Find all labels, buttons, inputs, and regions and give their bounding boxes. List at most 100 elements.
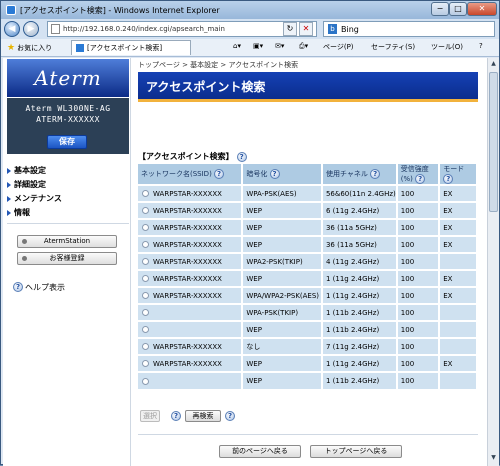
menu-maintenance[interactable]: メンテナンス	[7, 193, 62, 204]
cell-sig: 100	[396, 184, 441, 202]
select-radio[interactable]	[142, 377, 149, 385]
address-field[interactable]: http://192.168.0.240/index.cgi/apsearch_…	[47, 21, 317, 37]
scroll-down-icon[interactable]: ▼	[489, 454, 498, 464]
search-field[interactable]: b Bing	[323, 21, 495, 37]
stop-icon[interactable]: ✕	[299, 22, 313, 36]
select-radio[interactable]	[142, 309, 149, 316]
select-radio[interactable]	[142, 292, 149, 299]
cell-ssid: WARPSTAR-XXXXXX	[138, 235, 244, 253]
top-page-button[interactable]: トップページへ戻る	[310, 445, 402, 458]
cell-text: EX	[443, 274, 453, 283]
help-icon[interactable]: ?	[214, 169, 225, 179]
feeds-icon[interactable]: ▣▾	[253, 42, 263, 50]
cell-mode: EX	[439, 269, 478, 287]
cell-text: 100	[400, 342, 415, 351]
minimize-button[interactable]: −	[431, 2, 449, 16]
help-display-link[interactable]: ヘルプ表示	[25, 282, 65, 293]
save-button[interactable]: 保存	[47, 135, 87, 149]
page-menu[interactable]: ページ(P)	[323, 42, 354, 52]
browser-tab[interactable]: [アクセスポイント検索]	[71, 40, 191, 55]
main-panel: トップページ > 基本設定 > アクセスポイント検索 アクセスポイント検索 【ア…	[134, 58, 487, 466]
select-radio[interactable]	[142, 224, 149, 231]
maximize-button[interactable]: □	[449, 2, 467, 16]
cell-text: 1 (11g 2.4GHz)	[325, 359, 380, 368]
menu-info[interactable]: 情報	[7, 207, 30, 218]
safety-menu[interactable]: セーフティ(S)	[371, 42, 415, 52]
favorites-button[interactable]: お気に入り	[17, 43, 52, 53]
print-icon[interactable]: ⎙▾	[299, 42, 308, 51]
customer-registration-button[interactable]: お客様登録	[17, 252, 117, 265]
help-icon[interactable]: ?	[443, 174, 454, 184]
help-icon[interactable]: ?	[269, 169, 280, 179]
ap-table-body: WARPSTAR-XXXXXX WPA-PSK(AES) 56&60(11n 2.4…	[138, 184, 478, 389]
select-radio[interactable]	[142, 258, 149, 265]
search-engine-label: Bing	[341, 24, 359, 34]
table-row[interactable]: WEP 1 (11b 2.4GHz) 100	[138, 320, 478, 338]
arrow-icon	[7, 181, 11, 188]
menu-basic-settings[interactable]: 基本設定	[7, 165, 46, 176]
scrollbar[interactable]: ▲ ▼	[487, 58, 499, 466]
back-button[interactable]: ◀	[4, 21, 20, 37]
table-row[interactable]: WARPSTAR-XXXXXX WPA2-PSK(TKIP) 4 (11g 2.4G…	[138, 252, 478, 270]
cell-mode: EX	[439, 354, 478, 372]
sidebar: Aterm Aterm WL300NE-AG ATERM-XXXXXX 保存 基…	[3, 58, 131, 466]
table-row[interactable]: WEP 1 (11b 2.4GHz) 100	[138, 371, 478, 389]
cell-ch: 1 (11g 2.4GHz)	[321, 354, 398, 372]
tools-menu[interactable]: ツール(O)	[431, 42, 463, 52]
aterm-logo: Aterm	[7, 59, 129, 97]
refresh-icon[interactable]: ↻	[283, 22, 297, 36]
cell-text: EX	[443, 359, 453, 368]
table-row[interactable]: WARPSTAR-XXXXXX WEP 1 (11g 2.4GHz) 100 EX	[138, 354, 478, 372]
table-row[interactable]: WARPSTAR-XXXXXX WEP 36 (11a 5GHz) 100 EX	[138, 235, 478, 253]
mail-icon[interactable]: ✉▾	[275, 42, 284, 50]
help-menu[interactable]: ?	[479, 42, 483, 50]
scroll-thumb[interactable]	[489, 72, 498, 212]
cell-text: EX	[443, 206, 453, 215]
title-bar: [アクセスポイント検索] - Windows Internet Explorer…	[1, 1, 499, 19]
table-row[interactable]: WARPSTAR-XXXXXX WEP 36 (11a 5GHz) 100 EX	[138, 218, 478, 236]
cell-sig: 100	[396, 286, 441, 304]
table-row[interactable]: WARPSTAR-XXXXXX WEP 6 (11g 2.4GHz) 100 EX	[138, 201, 478, 219]
menu-label: 詳細設定	[14, 180, 46, 189]
cell-mode	[439, 303, 478, 321]
table-row[interactable]: WARPSTAR-XXXXXX なし 7 (11g 2.4GHz) 100	[138, 337, 478, 355]
cell-text: WEP	[246, 359, 262, 368]
help-icon[interactable]: ?	[370, 169, 381, 179]
cell-ch: 7 (11g 2.4GHz)	[321, 337, 398, 355]
device-model: Aterm WL300NE-AG	[25, 104, 111, 113]
rescan-button[interactable]: 再検索	[185, 410, 221, 422]
bullet-icon	[22, 239, 27, 244]
table-row[interactable]: WARPSTAR-XXXXXX WEP 1 (11g 2.4GHz) 100 EX	[138, 269, 478, 287]
select-radio[interactable]	[142, 360, 149, 367]
help-icon[interactable]: ?	[225, 411, 235, 421]
select-radio[interactable]	[142, 275, 149, 282]
select-button[interactable]: 選択	[140, 410, 160, 422]
table-row[interactable]: WARPSTAR-XXXXXX WPA-PSK(AES) 56&60(11n 2.4…	[138, 184, 478, 202]
col-encryption: 暗号化 ?	[242, 164, 323, 185]
cell-text: WEP	[246, 274, 262, 283]
cell-text: 1 (11g 2.4GHz)	[325, 274, 380, 283]
select-radio[interactable]	[142, 207, 149, 214]
back-page-button[interactable]: 前のページへ戻る	[219, 445, 301, 458]
scroll-up-icon[interactable]: ▲	[489, 60, 498, 70]
cell-ch: 1 (11b 2.4GHz)	[321, 371, 398, 389]
col-mode: モード ?	[439, 164, 478, 185]
table-row[interactable]: WPA-PSK(TKIP) 1 (11b 2.4GHz) 100	[138, 303, 478, 321]
cell-ssid: WARPSTAR-XXXXXX	[138, 184, 244, 202]
menu-advanced-settings[interactable]: 詳細設定	[7, 179, 46, 190]
help-icon[interactable]: ?	[415, 174, 426, 184]
cell-text: WEP	[246, 223, 262, 232]
select-radio[interactable]	[142, 326, 149, 333]
table-row[interactable]: WARPSTAR-XXXXXX WPA/WPA2-PSK(AES) 1 (11g 2…	[138, 286, 478, 304]
cell-ch: 1 (11g 2.4GHz)	[321, 286, 398, 304]
home-icon[interactable]: ⌂▾	[233, 42, 241, 50]
help-icon[interactable]: ?	[13, 282, 23, 292]
select-radio[interactable]	[142, 343, 149, 350]
select-radio[interactable]	[142, 190, 149, 197]
atermstation-button[interactable]: AtermStation	[17, 235, 117, 248]
help-icon[interactable]: ?	[236, 151, 247, 162]
forward-button[interactable]: ▶	[23, 21, 39, 37]
close-window-button[interactable]: ✕	[467, 2, 497, 16]
help-icon[interactable]: ?	[171, 411, 181, 421]
select-radio[interactable]	[142, 241, 149, 248]
